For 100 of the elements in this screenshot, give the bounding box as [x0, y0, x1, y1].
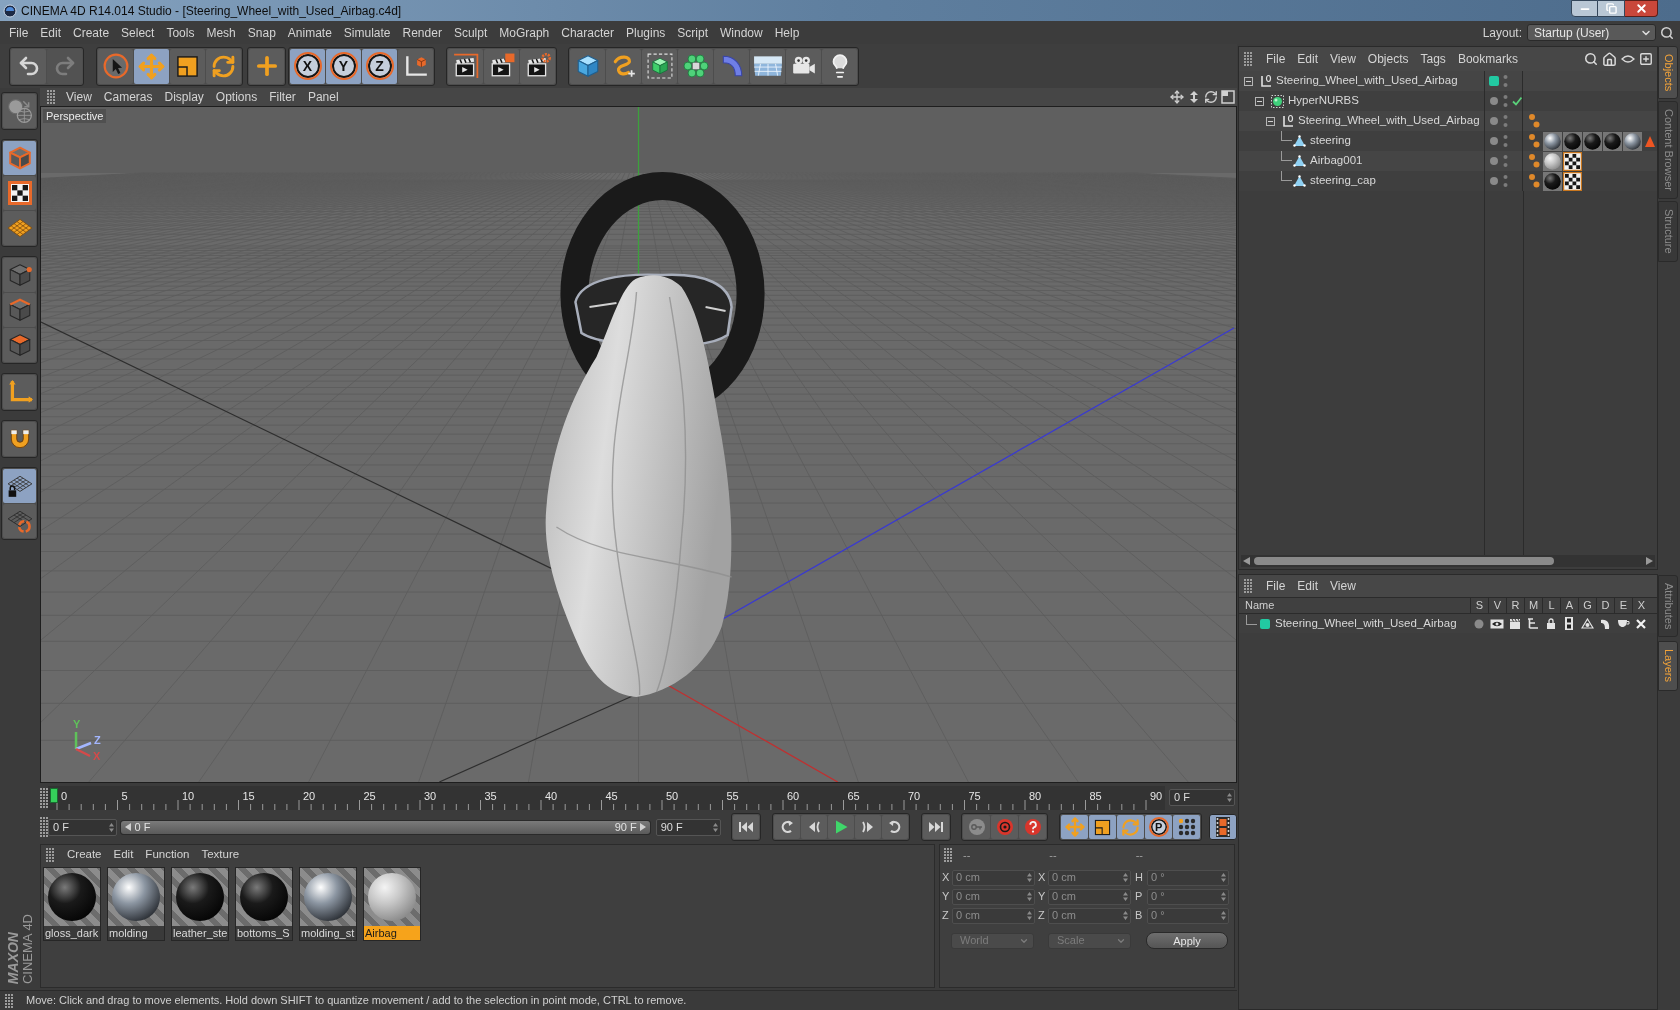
menu-item[interactable]: Objects	[1367, 50, 1409, 68]
timeline-ruler[interactable]: 0 5 10 15 20 25 30 35 40 45 50 55 60 65 70 75 80 85 90	[48, 785, 1165, 810]
menu-item[interactable]: View	[1330, 577, 1356, 595]
timeline-button[interactable]	[1209, 814, 1237, 840]
coordinate-field[interactable]: 0 cm	[1048, 888, 1131, 905]
generator-icon[interactable]	[1580, 617, 1594, 630]
dot-icon[interactable]	[1474, 618, 1484, 629]
clapperboard-icon[interactable]	[1509, 618, 1521, 629]
home-icon[interactable]	[1602, 51, 1617, 67]
grip-handle-icon[interactable]	[5, 993, 13, 1008]
restore-button[interactable]	[1598, 0, 1625, 17]
scale-tool-button[interactable]	[170, 48, 205, 84]
grip-handle-icon[interactable]	[46, 848, 54, 862]
grip-handle-icon[interactable]	[40, 787, 48, 808]
render-view-button[interactable]	[448, 48, 483, 84]
scrollbar-thumb[interactable]	[1254, 557, 1554, 565]
nurbs-button[interactable]	[642, 48, 677, 84]
spinner-arrows-icon[interactable]	[1221, 892, 1226, 901]
menu-item[interactable]: MoGraph	[499, 23, 550, 42]
camera-button[interactable]	[786, 48, 821, 84]
menu-item[interactable]: Function	[145, 846, 190, 864]
material-swatch[interactable]: Airbag	[363, 867, 421, 941]
checkmark-icon[interactable]	[1512, 96, 1522, 106]
spinner-arrows-icon[interactable]	[1123, 892, 1128, 901]
autokey-button[interactable]	[963, 815, 991, 839]
menu-item[interactable]: Tools	[166, 23, 195, 42]
side-tab[interactable]: Structure	[1658, 201, 1678, 262]
panel-toggle-icon[interactable]	[1221, 90, 1235, 104]
visibility-dots-icon[interactable]	[1503, 74, 1508, 88]
menu-item[interactable]: Snap	[247, 23, 276, 42]
lock-icon[interactable]	[1546, 618, 1556, 629]
coordinate-field[interactable]: 0 cm	[952, 888, 1035, 905]
previous-frame-button[interactable]	[801, 815, 828, 839]
coordinate-field[interactable]: 0 cm	[952, 907, 1035, 924]
menu-item[interactable]: Tags	[1420, 50, 1446, 68]
menu-item[interactable]: Simulate	[343, 23, 391, 42]
previous-key-button[interactable]	[774, 815, 801, 839]
menu-item[interactable]: Plugins	[625, 23, 666, 42]
render-settings-button[interactable]	[520, 48, 555, 84]
axis-lock-button[interactable]: Z	[362, 48, 397, 84]
visibility-dots-icon[interactable]	[1503, 154, 1508, 168]
orbit-view-icon[interactable]	[1204, 90, 1218, 104]
menu-item[interactable]: Panel	[307, 88, 339, 106]
menu-item[interactable]: Sculpt	[453, 23, 488, 42]
teacup-icon[interactable]	[1616, 619, 1630, 628]
spinner-arrows-icon[interactable]	[1227, 793, 1232, 802]
key-parameter-button[interactable]: P	[1145, 815, 1173, 839]
menu-item[interactable]: Edit	[40, 23, 62, 42]
side-tab[interactable]: Content Browser	[1658, 101, 1678, 200]
rotate-tool-button[interactable]	[206, 48, 241, 84]
menu-item[interactable]: Create	[67, 846, 102, 864]
start-frame-field[interactable]: 0 F	[48, 818, 118, 836]
current-frame-field[interactable]: 0 F	[1169, 789, 1235, 806]
coordinate-system-button[interactable]	[398, 48, 433, 84]
edges-mode-button[interactable]	[3, 293, 36, 327]
x-mark-icon[interactable]	[1636, 618, 1646, 629]
layout-dropdown[interactable]: Startup (User)	[1527, 24, 1656, 41]
collapse-icon[interactable]	[1244, 76, 1253, 86]
spinner-arrows-icon[interactable]	[713, 822, 719, 832]
axis-lock-button[interactable]: X	[290, 48, 325, 84]
playhead[interactable]	[50, 787, 58, 803]
menu-item[interactable]: Render	[402, 23, 442, 42]
model-mode-button[interactable]	[3, 141, 36, 175]
help-button[interactable]	[1019, 815, 1047, 839]
coordinate-field[interactable]: 0 cm	[952, 869, 1035, 886]
menu-item[interactable]: Edit	[1297, 577, 1319, 595]
material-swatch[interactable]: bottoms_S	[235, 867, 293, 941]
menu-item[interactable]: Character	[561, 23, 614, 42]
pan-view-icon[interactable]	[1170, 90, 1184, 104]
coordinate-field[interactable]: 0 °	[1147, 907, 1229, 924]
cube-button[interactable]	[570, 48, 605, 84]
floor-button[interactable]	[750, 48, 785, 84]
quantize-button[interactable]	[3, 504, 36, 538]
polygons-mode-button[interactable]	[3, 328, 36, 362]
menu-item[interactable]: Texture	[201, 846, 240, 864]
spinner-arrows-icon[interactable]	[1027, 873, 1032, 882]
grip-handle-icon[interactable]	[40, 817, 48, 837]
play-button[interactable]	[828, 815, 855, 839]
film-strip-icon[interactable]	[1565, 617, 1573, 630]
light-button[interactable]	[822, 48, 857, 84]
spinner-arrows-icon[interactable]	[1123, 911, 1128, 920]
key-position-button[interactable]	[1061, 815, 1089, 839]
grip-handle-icon[interactable]	[1244, 52, 1252, 66]
axis-lock-button[interactable]: Y	[326, 48, 361, 84]
coordinate-field[interactable]: 0 cm	[1048, 869, 1131, 886]
visibility-dots-icon[interactable]	[1503, 174, 1508, 188]
search-icon[interactable]	[1584, 52, 1598, 66]
spline-button[interactable]	[606, 48, 641, 84]
menu-item[interactable]: Select	[121, 23, 155, 42]
spinner-arrows-icon[interactable]	[1027, 892, 1032, 901]
menu-item[interactable]: Cameras	[103, 88, 153, 106]
collapse-icon[interactable]	[1266, 116, 1275, 126]
object-row[interactable]: Steering_Wheel_with_Used_Airbag	[1239, 111, 1657, 131]
coordinate-field[interactable]: 0 °	[1147, 888, 1229, 905]
menu-item[interactable]: Options	[215, 88, 258, 106]
menu-item[interactable]: File	[1266, 50, 1286, 68]
grip-handle-icon[interactable]	[1244, 579, 1252, 593]
workplane-lock-button[interactable]	[3, 469, 36, 503]
menu-item[interactable]: View	[1330, 50, 1356, 68]
key-point-level-button[interactable]	[1173, 815, 1201, 839]
